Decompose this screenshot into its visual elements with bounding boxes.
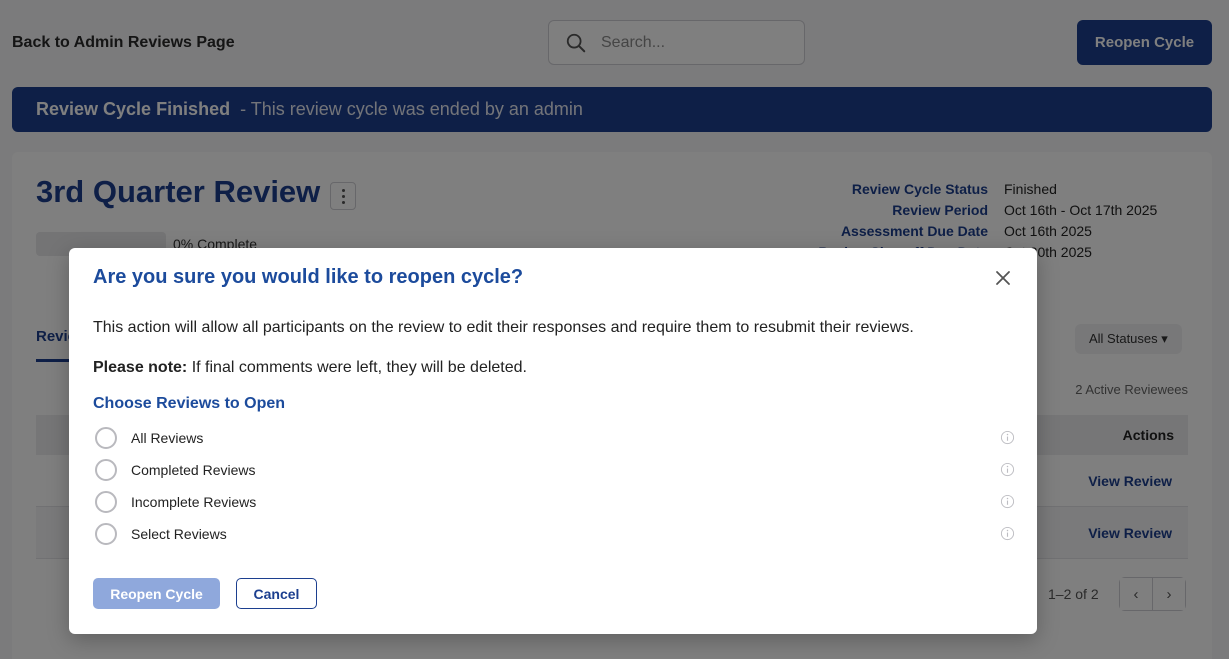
- modal-title: Are you sure you would like to reopen cy…: [93, 266, 524, 288]
- option-incomplete-reviews[interactable]: Incomplete Reviews: [93, 486, 1015, 518]
- info-icon[interactable]: [1000, 462, 1015, 477]
- info-icon[interactable]: [1000, 494, 1015, 509]
- modal-description: This action will allow all participants …: [93, 319, 914, 336]
- radio-completed-reviews[interactable]: [95, 459, 117, 481]
- info-icon[interactable]: [1000, 526, 1015, 541]
- close-icon: [996, 271, 1010, 285]
- cancel-button[interactable]: Cancel: [236, 578, 317, 609]
- close-button[interactable]: [989, 264, 1017, 292]
- note-text: If final comments were left, they will b…: [191, 359, 527, 376]
- option-completed-reviews[interactable]: Completed Reviews: [93, 454, 1015, 486]
- option-label: Completed Reviews: [131, 462, 256, 478]
- option-label: Select Reviews: [131, 526, 227, 542]
- option-label: Incomplete Reviews: [131, 494, 257, 510]
- option-all-reviews[interactable]: All Reviews: [93, 422, 1015, 454]
- option-select-reviews[interactable]: Select Reviews: [93, 518, 1015, 550]
- reopen-cycle-modal: Are you sure you would like to reopen cy…: [69, 248, 1037, 634]
- note-label: Please note:: [93, 359, 188, 376]
- info-icon[interactable]: [1000, 430, 1015, 445]
- modal-note: Please note: If final comments were left…: [93, 359, 527, 377]
- choose-reviews-label: Choose Reviews to Open: [93, 395, 286, 412]
- review-options: All Reviews Completed Reviews Incomplete…: [93, 422, 1015, 550]
- confirm-reopen-button[interactable]: Reopen Cycle: [93, 578, 220, 609]
- radio-select-reviews[interactable]: [95, 523, 117, 545]
- page: Back to Admin Reviews Page Reopen Cycle …: [0, 0, 1229, 659]
- radio-all-reviews[interactable]: [95, 427, 117, 449]
- radio-incomplete-reviews[interactable]: [95, 491, 117, 513]
- option-label: All Reviews: [131, 430, 204, 446]
